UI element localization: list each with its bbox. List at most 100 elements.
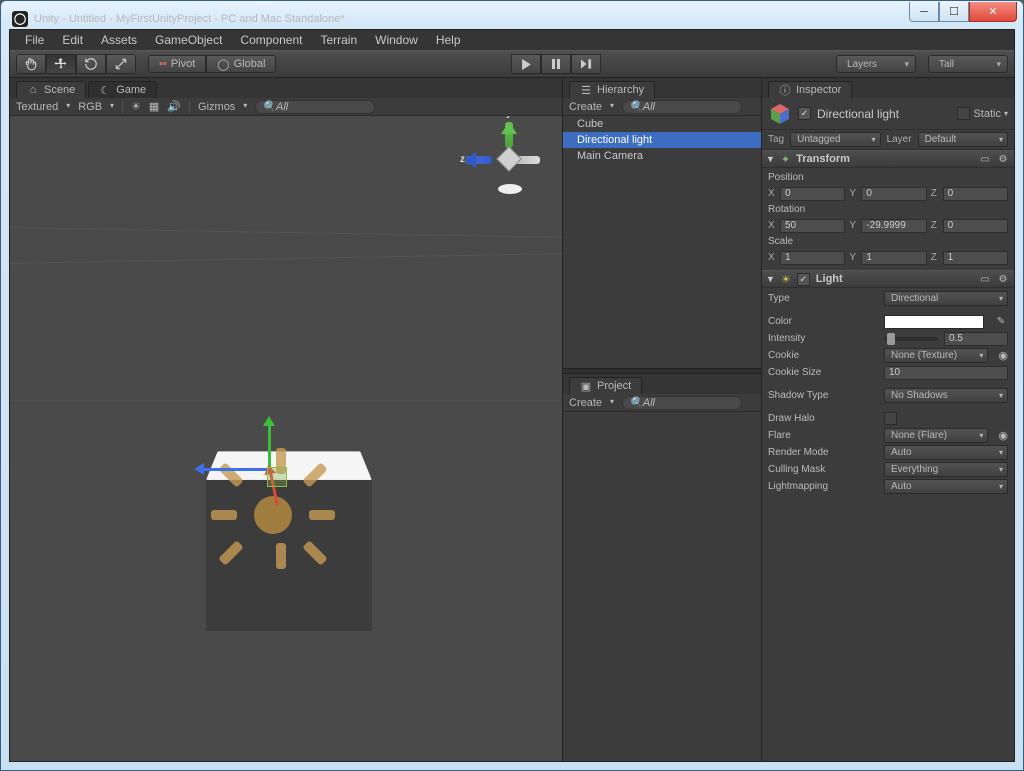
gizmo-xy-plane[interactable] [267,467,287,487]
drawhalo-checkbox[interactable] [884,412,897,425]
orient-y-cone[interactable] [505,122,513,148]
close-button[interactable]: ✕ [969,2,1017,22]
cookiesize-field[interactable]: 10 [884,366,1008,380]
rotation-z[interactable]: 0 [943,219,1008,233]
scene-search[interactable]: 🔍All [255,100,375,114]
play-button[interactable] [511,54,541,74]
minimize-button[interactable]: ─ [909,2,939,22]
scene-grid-toggle[interactable]: ▦ [149,100,159,113]
tab-project[interactable]: ▣Project [569,377,642,394]
layout-dropdown[interactable]: Tall [928,55,1008,73]
position-label: Position [768,170,1008,185]
shadowtype-dropdown[interactable]: No Shadows [884,388,1008,403]
rotate-tool[interactable] [76,54,106,74]
hierarchy-item-main-camera[interactable]: Main Camera [563,148,761,164]
menu-component[interactable]: Component [231,31,311,49]
intensity-field[interactable]: 0.5 [944,332,1008,346]
layer-label: Layer [887,134,912,145]
menu-window[interactable]: Window [366,31,427,49]
position-z[interactable]: 0 [943,187,1008,201]
menu-edit[interactable]: Edit [53,31,92,49]
foldout-arrow-icon[interactable]: ▼ [766,274,775,284]
scale-z[interactable]: 1 [943,251,1008,265]
light-color-swatch[interactable] [884,315,984,329]
transform-component-header[interactable]: ▼ ✦ Transform ▭ ⚙ [762,150,1014,168]
hierarchy-item-directional-light[interactable]: Directional light [563,132,761,148]
cookie-field[interactable]: None (Texture) [884,348,988,363]
position-x[interactable]: 0 [780,187,845,201]
light-enabled-checkbox[interactable]: ✓ [797,273,810,286]
gear-icon[interactable]: ⚙ [996,272,1010,286]
tab-inspector[interactable]: ⓘInspector [768,81,852,98]
gameobject-enabled-checkbox[interactable]: ✓ [798,107,811,120]
menu-terrain[interactable]: Terrain [311,31,366,49]
rendermode-dropdown[interactable]: RGB [78,101,114,113]
layer-dropdown[interactable]: Default [918,132,1008,147]
pivot-button[interactable]: ▪▪Pivot [148,55,206,73]
gizmo-x-axis[interactable] [198,468,268,471]
scene-light-toggle[interactable]: ☀ [131,100,141,113]
tab-game[interactable]: ☾Game [88,81,157,98]
eyedropper-icon[interactable]: ✎ [994,315,1008,329]
hierarchy-create-dropdown[interactable]: Create [569,101,614,113]
object-picker-icon[interactable]: ◉ [998,429,1008,442]
position-y[interactable]: 0 [861,187,926,201]
flare-label: Flare [768,430,878,441]
orientation-gizmo[interactable]: y z [474,122,544,202]
scale-x[interactable]: 1 [780,251,845,265]
light-type-dropdown[interactable]: Directional [884,291,1008,306]
tab-hierarchy[interactable]: ☰Hierarchy [569,81,655,98]
shading-dropdown[interactable]: Textured [16,101,70,113]
move-tool[interactable] [46,54,76,74]
transform-tool-group [16,54,136,74]
tag-dropdown[interactable]: Untagged [790,132,880,147]
scene-viewport[interactable]: y z [10,116,562,761]
menu-file[interactable]: File [16,31,53,49]
object-picker-icon[interactable]: ◉ [998,349,1008,362]
project-create-dropdown[interactable]: Create [569,397,614,409]
orient-center[interactable] [496,146,521,171]
gear-icon[interactable]: ⚙ [996,152,1010,166]
scale-y[interactable]: 1 [861,251,926,265]
hierarchy-item-cube[interactable]: Cube [563,116,761,132]
static-checkbox[interactable] [957,107,970,120]
intensity-slider[interactable]: 0.5 [884,332,1008,346]
foldout-arrow-icon[interactable]: ▼ [766,154,775,164]
hierarchy-search[interactable]: 🔍All [622,100,742,114]
inspector-object-header: ✓ Directional light Static ▾ [762,98,1014,130]
rotation-x[interactable]: 50 [780,219,845,233]
menu-assets[interactable]: Assets [92,31,146,49]
gizmos-dropdown[interactable]: Gizmos [198,101,247,113]
search-icon: 🔍 [629,100,643,113]
static-toggle[interactable]: Static ▾ [957,107,1008,120]
menu-gameobject[interactable]: GameObject [146,31,231,49]
tab-scene[interactable]: ⌂Scene [16,81,86,98]
cookie-label: Cookie [768,350,878,361]
scale-tool[interactable] [106,54,136,74]
search-icon: 🔍 [629,396,643,409]
scene-audio-toggle[interactable]: 🔊 [167,100,181,113]
project-search[interactable]: 🔍All [622,396,742,410]
orient-z-cone[interactable] [466,156,492,164]
rendermode-dropdown[interactable]: Auto [884,445,1008,460]
light-icon: ☀ [781,273,791,286]
lightmap-dropdown[interactable]: Auto [884,479,1008,494]
help-icon[interactable]: ▭ [978,152,992,166]
scene-icon: ⌂ [27,84,39,96]
pause-button[interactable] [541,54,571,74]
gameobject-name[interactable]: Directional light [817,107,951,121]
light-component-header[interactable]: ▼ ☀ ✓ Light ▭ ⚙ [762,270,1014,288]
flare-field[interactable]: None (Flare) [884,428,988,443]
global-button[interactable]: ◯Global [206,55,276,73]
menu-help[interactable]: Help [427,31,470,49]
culling-dropdown[interactable]: Everything [884,462,1008,477]
rotation-y[interactable]: -29.9999 [861,219,926,233]
hand-tool[interactable] [16,54,46,74]
window-titlebar[interactable]: ◯ Unity - Untitled - MyFirstUnityProject… [8,8,1016,29]
toolbar: ▪▪Pivot ◯Global Layers Tall [10,50,1014,78]
step-button[interactable] [571,54,601,74]
maximize-button[interactable]: ☐ [939,2,969,22]
directional-light-gizmo[interactable] [254,496,292,534]
layers-dropdown[interactable]: Layers [836,55,916,73]
help-icon[interactable]: ▭ [978,272,992,286]
